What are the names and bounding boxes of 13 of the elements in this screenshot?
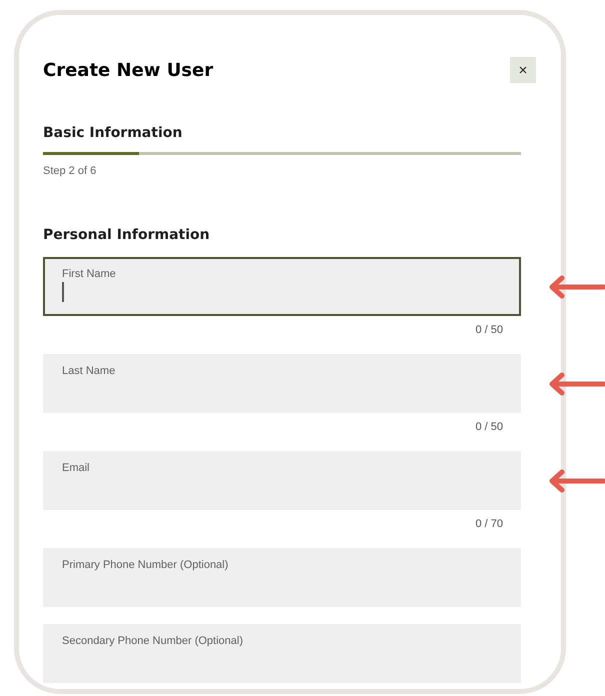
input-field[interactable]: First Name <box>43 257 521 316</box>
character-counter: 0 / 50 <box>475 324 503 338</box>
input-field[interactable]: Primary Phone Number (Optional) <box>43 548 521 607</box>
character-counter: 0 / 50 <box>475 421 503 435</box>
input-field[interactable]: Secondary Phone Number (Optional) <box>43 624 521 683</box>
step-counter: Step 2 of 6 <box>43 165 98 177</box>
section-title: Personal Information <box>43 227 211 243</box>
character-counter: 0 / 70 <box>475 518 503 532</box>
close-button[interactable]: × <box>510 57 536 83</box>
dialog-title: Create New User <box>43 60 214 80</box>
input-field[interactable]: Last Name <box>43 354 521 413</box>
input-field[interactable]: Email <box>43 451 521 510</box>
step-heading: Basic Information <box>43 125 184 141</box>
